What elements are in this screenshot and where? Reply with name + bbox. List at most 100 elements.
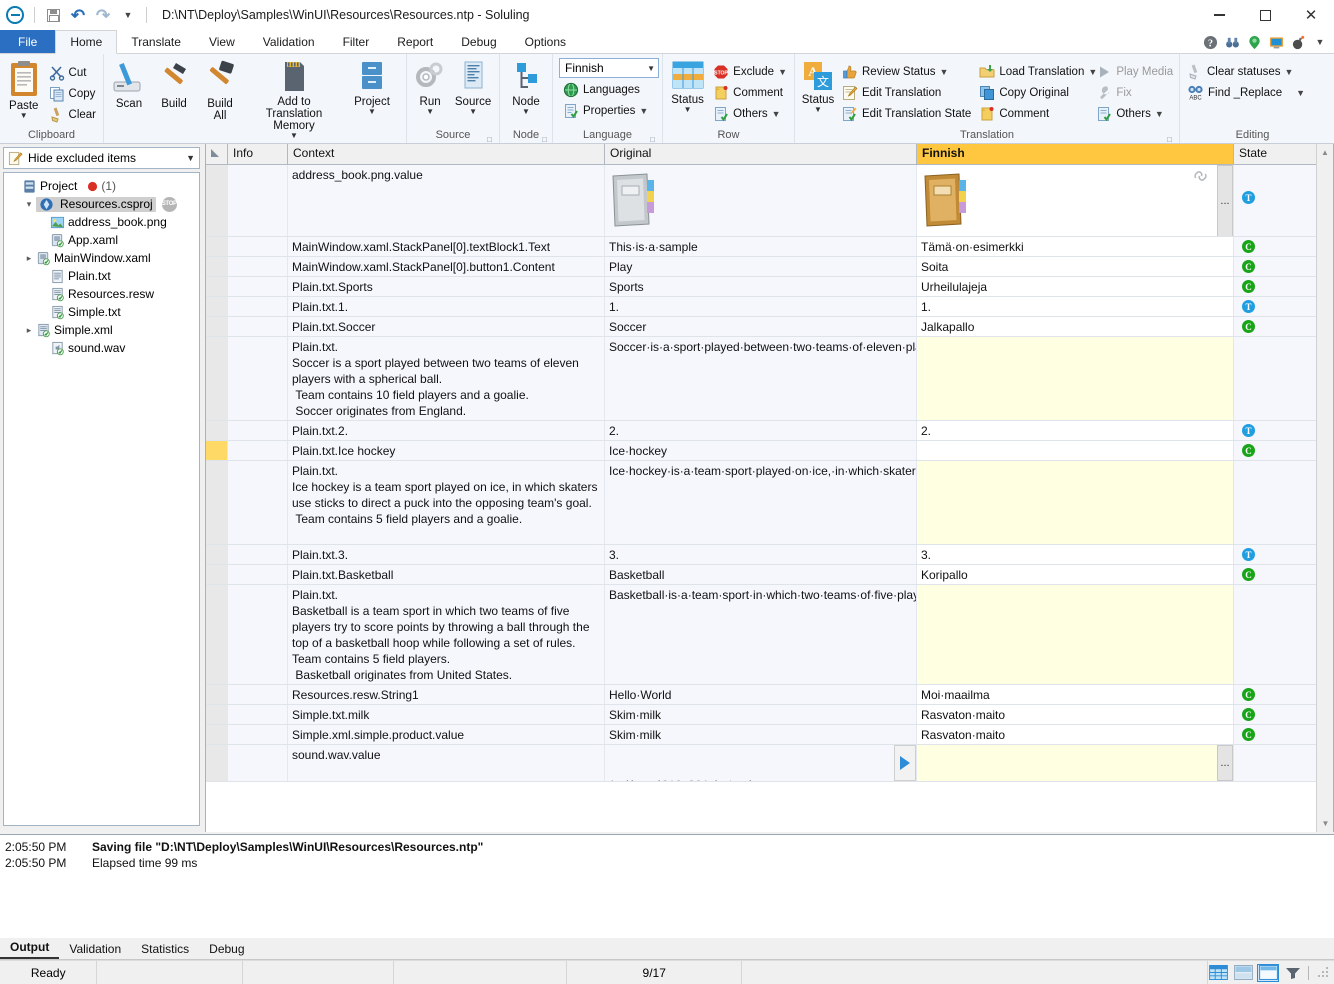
qat-customize-icon[interactable]: ▼ xyxy=(119,6,137,24)
cell-original[interactable]: Skim·milk xyxy=(605,705,917,724)
cell-context[interactable]: address_book.png.value xyxy=(288,165,605,236)
chevron-down-icon[interactable]: ▼ xyxy=(778,67,787,77)
tab-report[interactable]: Report xyxy=(383,30,447,53)
column-header-original[interactable]: Original xyxy=(605,144,917,164)
tab-statistics[interactable]: Statistics xyxy=(131,940,199,959)
build-all-button[interactable]: Build All xyxy=(197,58,243,124)
table-row[interactable]: MainWindow.xaml.StackPanel[0].textBlock1… xyxy=(206,237,1333,257)
play-media-button[interactable] xyxy=(894,745,916,781)
row-marker[interactable] xyxy=(206,257,228,276)
chevron-down-icon[interactable]: ▼ xyxy=(469,108,477,116)
cell-original[interactable]: Ice·hockey·is·a·team·sport·played·on·ice… xyxy=(605,461,917,544)
cell-original[interactable]: 3. xyxy=(605,545,917,564)
cell-info[interactable] xyxy=(228,441,288,460)
column-header-state[interactable]: State xyxy=(1234,144,1317,164)
cell-info[interactable] xyxy=(228,565,288,584)
row-marker[interactable] xyxy=(206,277,228,296)
cell-context[interactable]: Plain.txt. Basketball is a team sport in… xyxy=(288,585,605,684)
tree-item-mainwindow-xaml[interactable]: ▸ MainWindow.xaml xyxy=(6,249,197,267)
filter-view-icon[interactable] xyxy=(1283,965,1303,981)
column-header-context[interactable]: Context xyxy=(288,144,605,164)
tree-item-app-xaml[interactable]: App.xaml xyxy=(6,231,197,249)
close-button[interactable]: ✕ xyxy=(1288,0,1334,30)
cell-finnish[interactable] xyxy=(917,337,1234,420)
cell-original[interactable]: 1. xyxy=(605,297,917,316)
tab-output[interactable]: Output xyxy=(0,938,60,959)
tab-debug[interactable]: Debug xyxy=(447,30,510,53)
exclude-button[interactable]: STOP Exclude ▼ xyxy=(709,61,791,82)
chevron-down-icon[interactable]: ▼ xyxy=(522,108,530,116)
cell-info[interactable] xyxy=(228,461,288,544)
cell-finnish-selected[interactable]: Jääkiekko xyxy=(917,441,1234,460)
table-row[interactable]: Simple.txt.milk Skim·milk Rasvaton·maito… xyxy=(206,705,1333,725)
tree-item-plain-txt[interactable]: Plain.txt xyxy=(6,267,197,285)
chevron-down-icon[interactable]: ▼ xyxy=(940,67,949,77)
tree-item-sound-wav[interactable]: sound.wav xyxy=(6,339,197,357)
cell-info[interactable] xyxy=(228,277,288,296)
build-button[interactable]: Build xyxy=(151,58,197,112)
expander-expand[interactable]: ▸ xyxy=(22,253,36,264)
chevron-down-icon[interactable]: ▼ xyxy=(186,153,195,163)
table-row[interactable]: Plain.txt.Soccer Soccer Jalkapallo C xyxy=(206,317,1333,337)
undo-icon[interactable]: ↶ xyxy=(69,6,87,24)
row-comment-button[interactable]: Comment xyxy=(709,82,791,103)
table-row[interactable]: MainWindow.xaml.StackPanel[0].button1.Co… xyxy=(206,257,1333,277)
tree-item-resources-resw[interactable]: Resources.resw xyxy=(6,285,197,303)
row-marker[interactable] xyxy=(206,565,228,584)
run-button[interactable]: Run ▼ xyxy=(410,58,450,117)
save-icon[interactable] xyxy=(44,6,62,24)
copy-original-button[interactable]: Copy Original xyxy=(975,82,1092,103)
node-button[interactable]: Node ▼ xyxy=(503,58,549,117)
expander-collapse[interactable]: ▾ xyxy=(22,199,36,210)
paste-button[interactable]: Paste ▼ xyxy=(3,58,45,121)
resize-grip-icon[interactable] xyxy=(1318,966,1330,979)
cell-info[interactable] xyxy=(228,725,288,744)
dialog-launcher-icon[interactable]: □ xyxy=(1165,132,1174,144)
chevron-down-icon[interactable]: ▼ xyxy=(814,106,822,114)
cell-context[interactable]: sound.wav.value xyxy=(288,745,605,781)
row-marker[interactable] xyxy=(206,685,228,704)
cell-original[interactable]: Soccer xyxy=(605,317,917,336)
table-row[interactable]: Plain.txt.2. 2. 2. T xyxy=(206,421,1333,441)
cell-finnish[interactable]: Soita xyxy=(917,257,1234,276)
cell-original[interactable]: Play xyxy=(605,257,917,276)
cell-original[interactable]: This·is·a·sample xyxy=(605,237,917,256)
languages-button[interactable]: Languages xyxy=(559,79,644,100)
cell-finnish[interactable] xyxy=(917,461,1234,544)
cell-finnish[interactable]: Koripallo xyxy=(917,565,1234,584)
dialog-launcher-icon[interactable]: □ xyxy=(648,132,657,144)
translation-others-button[interactable]: Others ▼ xyxy=(1092,103,1177,124)
cell-context[interactable]: Plain.txt.Soccer xyxy=(288,317,605,336)
chevron-down-icon[interactable]: ▼ xyxy=(647,64,655,73)
grid-vertical-scrollbar[interactable]: ▲ ▼ xyxy=(1316,144,1333,832)
cell-finnish-audio[interactable]: ... xyxy=(917,745,1234,781)
cell-info[interactable] xyxy=(228,317,288,336)
properties-button[interactable]: Properties ▼ xyxy=(559,100,652,121)
cell-original[interactable]: Skim·milk xyxy=(605,725,917,744)
row-marker[interactable] xyxy=(206,297,228,316)
edit-translation-button[interactable]: Edit Translation xyxy=(838,82,975,103)
cell-info[interactable] xyxy=(228,257,288,276)
cell-original[interactable]: Ice·hockey xyxy=(605,441,917,460)
tab-filter[interactable]: Filter xyxy=(329,30,384,53)
help-icon[interactable]: ? xyxy=(1202,34,1218,50)
table-row[interactable]: Plain.txt.Sports Sports Urheilulajeja C xyxy=(206,277,1333,297)
monitor-icon[interactable] xyxy=(1268,34,1284,50)
table-row-selected[interactable]: Plain.txt.Ice hockey Ice·hockey Jääkiekk… xyxy=(206,441,1333,461)
binoculars-icon[interactable] xyxy=(1224,34,1240,50)
cell-finnish-image[interactable]: ... xyxy=(917,165,1234,236)
chevron-down-icon[interactable]: ▼ xyxy=(1285,67,1294,77)
clear-button[interactable]: Clear xyxy=(45,104,100,125)
cell-finnish[interactable]: Rasvaton·maito xyxy=(917,705,1234,724)
tab-file[interactable]: File xyxy=(0,30,56,53)
chevron-down-icon[interactable]: ▼ xyxy=(684,106,692,114)
row-marker[interactable] xyxy=(206,317,228,336)
add-to-translation-memory-button[interactable]: Add to Translation Memory ▼ xyxy=(243,58,345,141)
bomb-icon[interactable] xyxy=(1290,34,1306,50)
cell-original[interactable]: Hello·World xyxy=(605,685,917,704)
row-marker[interactable] xyxy=(206,165,228,236)
cell-info[interactable] xyxy=(228,585,288,684)
row-status-button[interactable]: Status ▼ xyxy=(666,58,709,115)
row-marker[interactable] xyxy=(206,585,228,684)
cell-info[interactable] xyxy=(228,237,288,256)
